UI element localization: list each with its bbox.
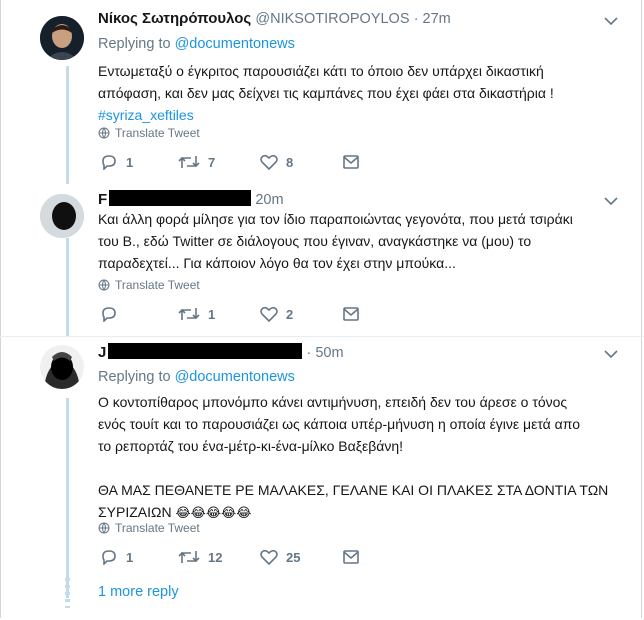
tweet-actions: 1 2 [100,306,520,326]
laughing-emoji: 😂😂😂😂😂 [175,505,252,520]
reply-count: 1 [126,549,134,565]
tweet[interactable]: F 20m Και άλλη φορά μίλησε για τον ίδιο … [0,184,644,336]
thread-continuation-dots [65,578,70,608]
reply-icon [102,155,116,170]
reply-prefix: Replying to [98,369,171,385]
avatar[interactable] [40,194,84,238]
like-button[interactable]: 8 [260,154,293,170]
chevron-down-icon[interactable] [604,349,618,359]
tweet-actions: 1 7 8 [100,154,520,174]
reply-button[interactable] [100,306,126,322]
tweet-text-line: απόφαση, και δεν μας δείχνει τις καμπάνε… [98,85,554,101]
tweet-text-line-end: ΣΥΡΙΖΑΙΩΝ [98,504,172,520]
timestamp[interactable]: 20m [255,192,283,208]
like-icon [260,154,278,170]
tweet-text-line [98,457,618,479]
reply-handle-link[interactable]: @documentonews [175,36,295,52]
translate-tweet[interactable]: Translate Tweet [98,521,200,535]
display-name[interactable]: J [98,344,106,361]
reply-button[interactable]: 1 [100,549,133,565]
timestamp[interactable]: · 27m [414,11,451,27]
tweet[interactable]: Νίκος Σωτηρόπουλος @NIKSOTIROPOYLOS · 27… [0,0,644,184]
message-icon [343,550,359,564]
chevron-down-icon[interactable] [604,196,618,206]
chevron-down-icon[interactable] [604,16,618,26]
tweet-text-line: το ρεπορτάζ του ένα-μέτρ-κι-ένα-μίλκο Βα… [98,438,404,454]
tweet-text: Εντωμεταξύ ο έγκριτος παρουσιάζει κάτι τ… [98,60,618,126]
tweet-text-line: του Β., εδώ Twitter σε διάλογους που έγι… [98,233,532,249]
reply-icon [102,550,116,565]
tweet-actions: 1 12 25 [100,549,520,569]
retweet-button[interactable]: 7 [178,154,215,170]
retweet-count: 12 [208,549,223,565]
message-button[interactable] [342,154,360,170]
reply-icon [102,307,116,322]
reply-handle-link[interactable]: @documentonews [175,369,295,385]
globe-icon [98,522,110,534]
tweet-text-line: παραδεχτεί... Για κάποιον λόγο θα τον έχ… [98,255,456,271]
reply-context: Replying to @documentonews [98,36,295,52]
like-count: 2 [286,306,294,322]
retweet-count: 7 [208,154,216,170]
user-handle[interactable]: @NIKSOTIROPOYLOS [255,11,409,27]
tweet-text-line: Και άλλη φορά μίλησε για τον ίδιο παραπο… [98,211,573,227]
tweet-text: Ο κοντοπίθαρος μπονόμπο κάνει αντιμήνυση… [98,391,618,524]
display-name[interactable]: F [98,191,107,208]
timestamp[interactable]: · 50m [307,345,344,361]
like-count: 8 [286,154,294,170]
translate-label: Translate Tweet [115,126,200,140]
retweet-count: 1 [208,306,216,322]
globe-icon [98,279,110,291]
like-count: 25 [286,549,301,565]
redaction-bar [109,190,252,206]
avatar[interactable] [40,16,84,60]
reply-prefix: Replying to [98,36,171,52]
hashtag-link[interactable]: #syriza_xeftiles [98,104,618,126]
like-button[interactable]: 2 [260,306,293,322]
retweet-icon [178,551,200,563]
globe-icon [98,127,110,139]
message-button[interactable] [342,549,360,565]
reply-context: Replying to @documentonews [98,369,295,385]
tweet-text: Και άλλη φορά μίλησε για τον ίδιο παραπο… [98,208,618,274]
redaction-bar [108,343,303,359]
tweet-text-line: ΘΑ ΜΑΣ ΠΕΘΑΝΕΤΕ ΡΕ ΜΑΛΑΚΕΣ, ΓΕΛΑΝΕ ΚΑΙ Ο… [98,482,609,498]
more-replies-link[interactable]: 1 more reply [98,584,179,600]
message-icon [343,307,359,321]
tweet-text-line: ενός τουίτ και το παρουσιάζει ως κάποια … [98,416,581,432]
avatar[interactable] [40,345,84,389]
retweet-icon [178,308,200,320]
tweet[interactable]: J · 50m Replying to @documentonews Ο κον… [0,337,644,620]
retweet-button[interactable]: 1 [178,306,215,322]
like-icon [260,306,278,322]
translate-label: Translate Tweet [115,278,200,292]
translate-label: Translate Tweet [115,521,200,535]
like-icon [260,549,278,565]
reply-count: 1 [126,154,134,170]
tweet-text-line: Εντωμεταξύ ο έγκριτος παρουσιάζει κάτι τ… [98,63,544,79]
retweet-icon [178,156,200,168]
reply-button[interactable]: 1 [100,154,133,170]
translate-tweet[interactable]: Translate Tweet [98,126,200,140]
translate-tweet[interactable]: Translate Tweet [98,278,200,292]
like-button[interactable]: 25 [260,549,300,565]
message-button[interactable] [342,306,360,322]
display-name[interactable]: Νίκος Σωτηρόπουλος [98,10,251,27]
message-icon [343,155,359,169]
tweet-text-line: Ο κοντοπίθαρος μπονόμπο κάνει αντιμήνυση… [98,394,568,410]
retweet-button[interactable]: 12 [178,549,222,565]
